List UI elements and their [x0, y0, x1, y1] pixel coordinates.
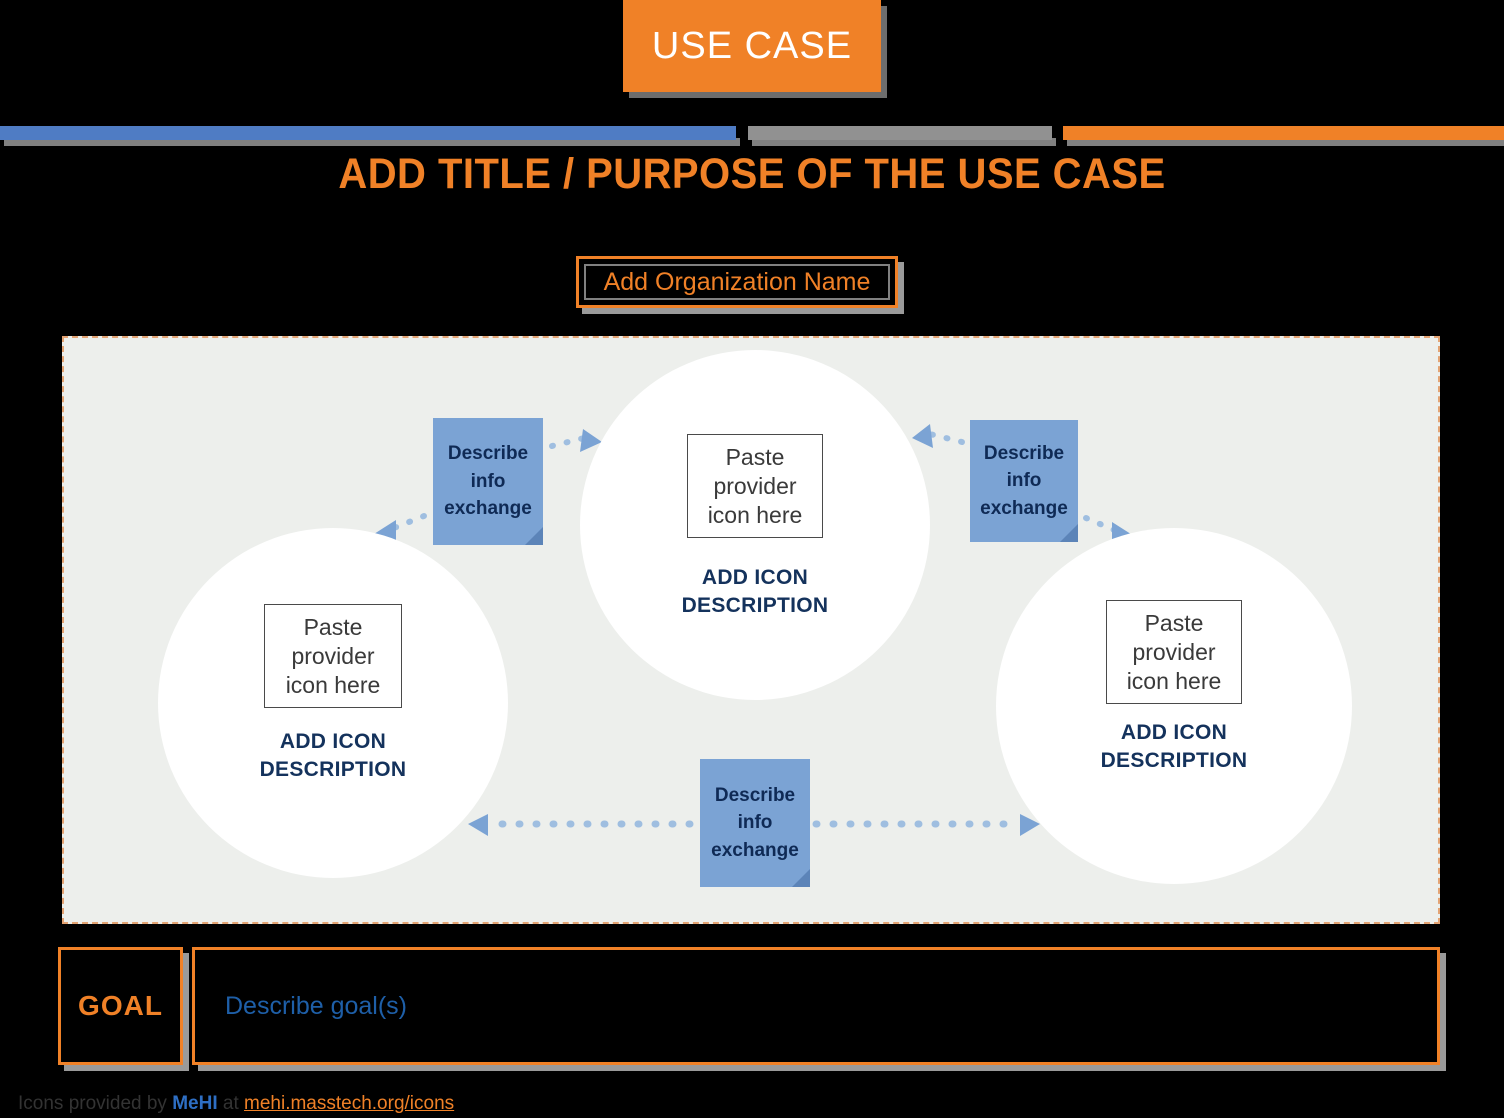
icon-placeholder-line2: provider	[713, 472, 797, 499]
node-label-line2: DESCRIPTION	[1100, 748, 1248, 772]
node-label-line2: DESCRIPTION	[259, 757, 407, 781]
rule-segment-blue	[0, 126, 740, 146]
organization-name-box[interactable]: Add Organization Name	[576, 256, 904, 314]
note-line3: exchange	[444, 498, 532, 520]
footer-credit-url[interactable]: mehi.masstech.org/icons	[244, 1093, 454, 1114]
node-circle-right[interactable]: Paste provider icon here ADD ICON DESCRI…	[996, 528, 1352, 884]
diagram-panel: .dots { stroke:#9FBEE0; stroke-width:7; …	[62, 336, 1440, 924]
node-label-line1: ADD ICON	[279, 730, 387, 754]
footer-credit: Icons provided by MeHI at mehi.masstech.…	[18, 1093, 454, 1115]
page-title: ADD TITLE / PURPOSE OF THE USE CASE	[338, 150, 1166, 198]
note-line3: exchange	[980, 497, 1068, 519]
info-exchange-note-bottom[interactable]: Describe info exchange	[700, 759, 810, 887]
node-label-right: ADD ICON DESCRIPTION	[1101, 719, 1248, 774]
icon-placeholder-line3: icon here	[285, 671, 381, 698]
icon-placeholder-line2: provider	[291, 642, 375, 669]
node-label-line1: ADD ICON	[701, 566, 809, 590]
note-line1: Describe	[983, 442, 1065, 464]
rule-segment-blue-bar	[0, 126, 736, 140]
note-fold-corner-icon	[792, 869, 810, 887]
connector-left-note-to-center	[549, 435, 587, 449]
goal-description-text: Describe goal(s)	[225, 991, 408, 1020]
use-case-tab: USE CASE	[623, 0, 881, 92]
node-circle-left[interactable]: Paste provider icon here ADD ICON DESCRI…	[158, 528, 508, 878]
node-label-left: ADD ICON DESCRIPTION	[260, 728, 407, 783]
rule-segment-orange-bar	[1063, 126, 1504, 140]
arrowhead-bottom-left	[468, 814, 488, 836]
organization-name-label: Add Organization Name	[603, 267, 871, 296]
footer-credit-prefix: Icons provided by	[18, 1093, 173, 1114]
note-line1: Describe	[714, 784, 796, 806]
goal-label-box: GOAL	[58, 947, 189, 1071]
icon-placeholder-center[interactable]: Paste provider icon here	[687, 434, 823, 539]
note-line2: info	[737, 812, 773, 834]
node-label-center: ADD ICON DESCRIPTION	[682, 564, 829, 619]
note-line1: Describe	[447, 443, 529, 465]
note-fold-corner-icon	[1060, 524, 1078, 542]
footer-credit-middle: at	[217, 1093, 245, 1114]
node-circle-center[interactable]: Paste provider icon here ADD ICON DESCRI…	[580, 350, 930, 700]
note-line2: info	[1006, 470, 1042, 492]
goal-description-box[interactable]: Describe goal(s)	[192, 947, 1446, 1071]
icon-placeholder-line1: Paste	[1144, 610, 1204, 636]
icon-placeholder-line3: icon here	[707, 501, 803, 528]
organization-name-box-inner: Add Organization Name	[584, 264, 890, 300]
footer-credit-brand: MeHI	[172, 1093, 218, 1114]
node-label-line2: DESCRIPTION	[681, 593, 829, 617]
icon-placeholder-line1: Paste	[725, 444, 785, 470]
use-case-tab-label: USE CASE	[651, 24, 853, 67]
note-fold-corner-icon	[525, 527, 543, 545]
node-label-line1: ADD ICON	[1120, 721, 1228, 745]
icon-placeholder-line2: provider	[1132, 638, 1216, 665]
icon-placeholder-right[interactable]: Paste provider icon here	[1106, 600, 1242, 705]
goal-description-box-frame: Describe goal(s)	[192, 947, 1440, 1065]
info-exchange-note-right[interactable]: Describe info exchange	[970, 420, 1078, 542]
arrowhead-right-note-to-center	[912, 424, 933, 448]
goal-label-box-frame: GOAL	[58, 947, 183, 1065]
organization-name-box-frame: Add Organization Name	[576, 256, 898, 308]
icon-placeholder-left[interactable]: Paste provider icon here	[264, 604, 402, 709]
rule-segment-gray	[748, 126, 1056, 146]
goal-label: GOAL	[78, 990, 163, 1021]
note-line3: exchange	[711, 839, 799, 861]
connector-left-note-to-left	[391, 513, 427, 531]
icon-placeholder-line1: Paste	[303, 614, 363, 640]
note-line2: info	[470, 470, 506, 492]
rule-segment-orange	[1063, 126, 1504, 146]
connector-right-note-to-center	[927, 431, 965, 445]
icon-placeholder-line3: icon here	[1126, 667, 1222, 694]
rule-segment-gray-bar	[748, 126, 1052, 140]
connector-right-note-to-right	[1083, 515, 1117, 533]
info-exchange-note-left[interactable]: Describe info exchange	[433, 418, 543, 545]
